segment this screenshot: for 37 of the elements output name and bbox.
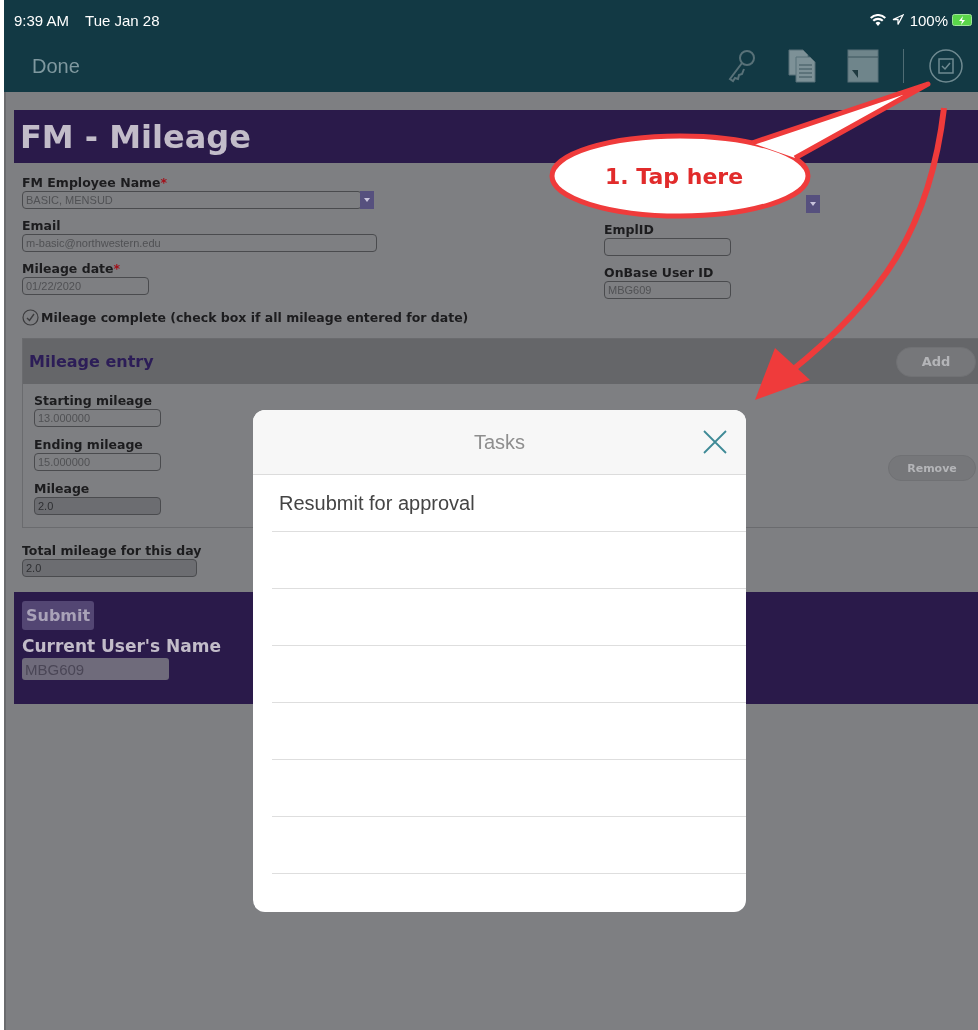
- field-label: Current User's Name: [22, 636, 222, 656]
- input-field[interactable]: [604, 238, 731, 256]
- wifi-icon: [869, 13, 886, 27]
- field-label: OnBase User ID: [604, 265, 714, 280]
- dialog-title: Tasks: [473, 430, 526, 454]
- checkbox[interactable]: [22, 309, 39, 326]
- submit-button[interactable]: Submit: [22, 601, 95, 630]
- dropdown-icon[interactable]: [806, 195, 820, 213]
- dropdown-icon[interactable]: [360, 191, 374, 209]
- field-label: Total mileage for this day: [22, 543, 202, 558]
- input-field[interactable]: 2.0: [22, 559, 197, 577]
- field-label: Email: [22, 218, 61, 233]
- form-icon[interactable]: [847, 49, 879, 83]
- input-field[interactable]: 2.0: [34, 497, 161, 515]
- form-title: FM - Mileage: [20, 117, 251, 156]
- field-label: FM Employee Name*: [22, 175, 168, 190]
- done-button[interactable]: Done: [32, 54, 80, 78]
- field-label: EmplID: [604, 222, 654, 237]
- key-icon[interactable]: [727, 49, 757, 83]
- remove-button[interactable]: Remove: [888, 455, 976, 481]
- field-label: Starting mileage: [34, 393, 152, 408]
- location-icon: [891, 14, 904, 26]
- battery-percent: 100%: [909, 11, 948, 29]
- documents-icon[interactable]: [787, 48, 817, 84]
- status-date: Tue Jan 28: [85, 11, 160, 29]
- callout-text: 1. Tap here: [605, 164, 744, 189]
- field-label: Mileage: [34, 481, 90, 496]
- task-item[interactable]: Resubmit for approval: [279, 491, 475, 515]
- section-title: Mileage entry: [29, 352, 154, 371]
- battery-icon: [952, 14, 972, 26]
- add-button[interactable]: Add: [896, 346, 976, 377]
- status-time: 9:39 AM: [14, 11, 70, 29]
- checkbox-icon[interactable]: [928, 48, 964, 84]
- field-label: Mileage date*: [22, 261, 121, 276]
- field-label: Ending mileage: [34, 437, 143, 452]
- checkbox-label: Mileage complete (check box if all mileage entered for date): [41, 310, 469, 325]
- close-button[interactable]: [702, 429, 728, 455]
